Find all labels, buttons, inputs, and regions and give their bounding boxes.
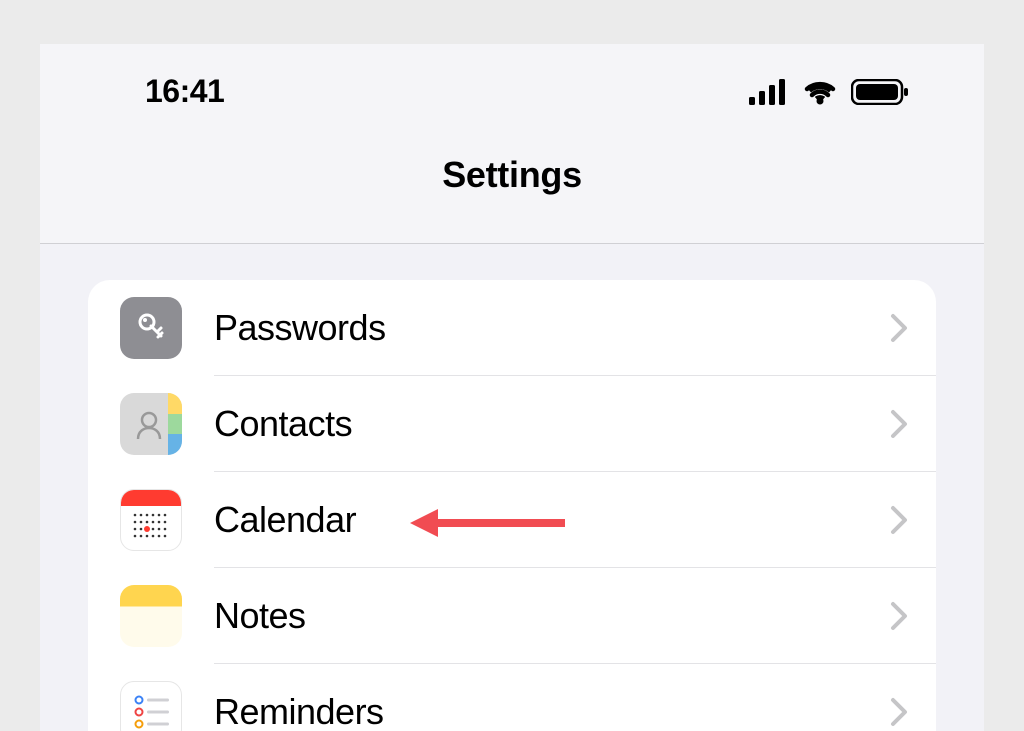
chevron-right-icon [890,313,908,343]
list-item-label: Notes [214,595,306,637]
calendar-icon [120,489,182,551]
chevron-right-icon [890,409,908,439]
page-title: Settings [442,154,582,196]
cellular-icon [749,79,789,105]
key-icon [120,297,182,359]
list-item-label: Passwords [214,307,386,349]
contacts-icon [120,393,182,455]
status-icons [749,79,909,105]
settings-list: Passwords Contacts [88,280,936,731]
notes-icon [120,585,182,647]
chevron-right-icon [890,601,908,631]
settings-item-contacts[interactable]: Contacts [88,376,936,472]
settings-item-notes[interactable]: Notes [88,568,936,664]
list-item-label: Contacts [214,403,352,445]
wifi-icon [801,79,839,105]
status-time: 16:41 [145,73,224,110]
chevron-right-icon [890,697,908,727]
chevron-right-icon [890,505,908,535]
battery-icon [851,79,909,105]
nav-bar: Settings [40,139,984,244]
reminders-icon [120,681,182,731]
status-bar: 16:41 [40,44,984,139]
list-item-label: Calendar [214,499,356,541]
settings-item-calendar[interactable]: Calendar [88,472,936,568]
settings-item-reminders[interactable]: Reminders [88,664,936,731]
phone-screen: 16:41 Settings [40,44,984,731]
settings-item-passwords[interactable]: Passwords [88,280,936,376]
list-item-label: Reminders [214,691,384,731]
